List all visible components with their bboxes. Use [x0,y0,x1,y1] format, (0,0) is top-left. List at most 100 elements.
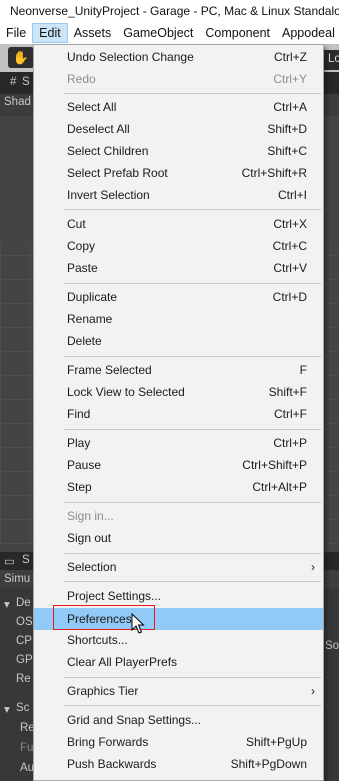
panel-label: Au [20,762,35,774]
menu-item-shortcut: Shift+D [267,122,307,136]
edit-menu: Undo Selection Change Ctrl+Z Redo Ctrl+Y… [33,44,324,781]
menu-appodeal[interactable]: Appodeal [276,23,339,43]
menu-item-label: Undo Selection Change [67,50,194,64]
menu-item-shortcuts[interactable]: Shortcuts... [34,629,323,651]
menu-item-label: Rename [67,312,113,326]
lower-panel-tab-icon[interactable]: ▭ [4,554,15,568]
menu-item-preferences[interactable]: Preferences... [34,608,323,630]
panel-label: De [16,597,31,609]
menu-item-shortcut: Shift+PgDown [230,757,307,771]
menu-item-selection[interactable]: Selection › [34,556,323,578]
menu-item-pause[interactable]: Pause Ctrl+Shift+P [34,454,323,476]
menu-item-play[interactable]: Play Ctrl+P [34,432,323,454]
shading-mode-label[interactable]: Shad [4,96,31,108]
menu-file[interactable]: File [0,23,32,43]
foldout-arrow-icon[interactable]: ▾ [4,702,10,716]
menu-item-clear-playerprefs[interactable]: Clear All PlayerPrefs [34,651,323,673]
menu-item-label: Paste [67,261,98,275]
menu-item-shortcut: Ctrl+C [272,239,307,253]
menu-item-copy[interactable]: Copy Ctrl+C [34,235,323,257]
menu-item-delete[interactable]: Delete [34,330,323,352]
menu-item-label: Lock View to Selected [67,385,185,399]
menu-gameobject[interactable]: GameObject [117,23,199,43]
menu-item-select-all[interactable]: Select All Ctrl+A [34,96,323,118]
menu-component[interactable]: Component [199,23,276,43]
menu-item-label: Cut [67,217,86,231]
submenu-arrow-icon: › [311,560,315,574]
panel-label: Re [16,673,31,685]
menu-item-step[interactable]: Step Ctrl+Alt+P [34,476,323,498]
menu-item-rename[interactable]: Rename [34,308,323,330]
menu-separator [64,283,321,284]
menu-item-label: Redo [67,72,96,86]
menu-item-shortcut: Ctrl+Z [274,50,307,64]
menu-item-shortcut: Ctrl+Alt+P [252,480,307,494]
menu-separator [64,553,321,554]
menu-separator [64,429,321,430]
menu-item-label: Sign out [67,531,112,545]
submenu-arrow-icon: › [311,684,315,698]
menu-item-cut[interactable]: Cut Ctrl+X [34,213,323,235]
menu-item-sign-in[interactable]: Sign in... [34,505,323,527]
menu-item-shortcut: Ctrl+V [273,261,307,275]
foldout-arrow-icon[interactable]: ▾ [4,597,10,611]
panel-label-right: So [325,640,339,652]
menu-separator [64,705,321,706]
menu-item-project-settings[interactable]: Project Settings... [34,585,323,607]
menu-item-duplicate[interactable]: Duplicate Ctrl+D [34,286,323,308]
menu-item-label: Select All [67,100,117,114]
menu-separator [64,356,321,357]
menu-item-push-backwards[interactable]: Push Backwards Shift+PgDown [34,753,323,775]
layout-dropdown[interactable]: Lo [322,50,339,70]
menu-item-label: Frame Selected [67,363,152,377]
panel-label: Sc [16,702,30,714]
menu-item-label: Select Prefab Root [67,166,168,180]
menu-item-label: Select Children [67,144,149,158]
menu-item-select-children[interactable]: Select Children Shift+C [34,140,323,162]
menu-item-shortcut: Ctrl+A [273,100,307,114]
menu-item-frame-selected[interactable]: Frame Selected F [34,359,323,381]
panel-label: Fu [20,742,34,754]
menu-item-shortcut: Shift+C [267,144,307,158]
window-title: Neonverse_UnityProject - Garage - PC, Ma… [10,4,339,18]
menu-item-label: Copy [67,239,96,253]
menu-bar: File Edit Assets GameObject Component Ap… [0,22,339,45]
menu-item-shortcut: Shift+F [268,385,307,399]
menu-item-shortcut: Ctrl+F [274,407,307,421]
menu-item-grid-snap-settings[interactable]: Grid and Snap Settings... [34,709,323,731]
menu-item-label: Project Settings... [67,589,162,603]
simulator-label[interactable]: Simu [4,573,30,585]
menu-item-label: Sign in... [67,509,114,523]
menu-item-paste[interactable]: Paste Ctrl+V [34,257,323,279]
menu-item-label: Deselect All [67,122,130,136]
menu-item-shortcut: Ctrl+P [273,436,307,450]
menu-item-label: Selection [67,560,117,574]
menu-item-select-prefab-root[interactable]: Select Prefab Root Ctrl+Shift+R [34,162,323,184]
menu-item-find[interactable]: Find Ctrl+F [34,403,323,425]
menu-item-label: Duplicate [67,290,118,304]
menu-edit[interactable]: Edit [32,23,68,43]
menu-item-label: Play [67,436,91,450]
menu-item-deselect-all[interactable]: Deselect All Shift+D [34,118,323,140]
lower-panel-tab[interactable]: S [22,554,30,566]
menu-item-shortcut: Ctrl+Shift+P [242,458,307,472]
menu-assets[interactable]: Assets [68,23,118,43]
panel-label: OS [16,616,33,628]
menu-item-lock-view[interactable]: Lock View to Selected Shift+F [34,381,323,403]
menu-item-redo[interactable]: Redo Ctrl+Y [34,68,323,90]
menu-item-bring-forwards[interactable]: Bring Forwards Shift+PgUp [34,731,323,753]
menu-item-shortcut: Ctrl+X [273,217,307,231]
scene-tab-hash-icon[interactable]: # [10,76,16,88]
menu-item-shortcut: F [299,363,307,377]
title-bar: Neonverse_UnityProject - Garage - PC, Ma… [0,0,339,22]
panel-label: GP [16,654,33,666]
menu-item-sign-out[interactable]: Sign out [34,527,323,549]
menu-item-undo[interactable]: Undo Selection Change Ctrl+Z [34,46,323,68]
menu-item-shortcut: Ctrl+D [272,290,307,304]
menu-item-label: Grid and Snap Settings... [67,713,202,727]
menu-item-invert-selection[interactable]: Invert Selection Ctrl+I [34,184,323,206]
hand-tool-icon[interactable]: ✋ [8,47,34,68]
menu-item-graphics-tier[interactable]: Graphics Tier › [34,680,323,702]
layout-label: Lo [328,53,339,65]
scene-tab-label[interactable]: S [22,76,30,88]
